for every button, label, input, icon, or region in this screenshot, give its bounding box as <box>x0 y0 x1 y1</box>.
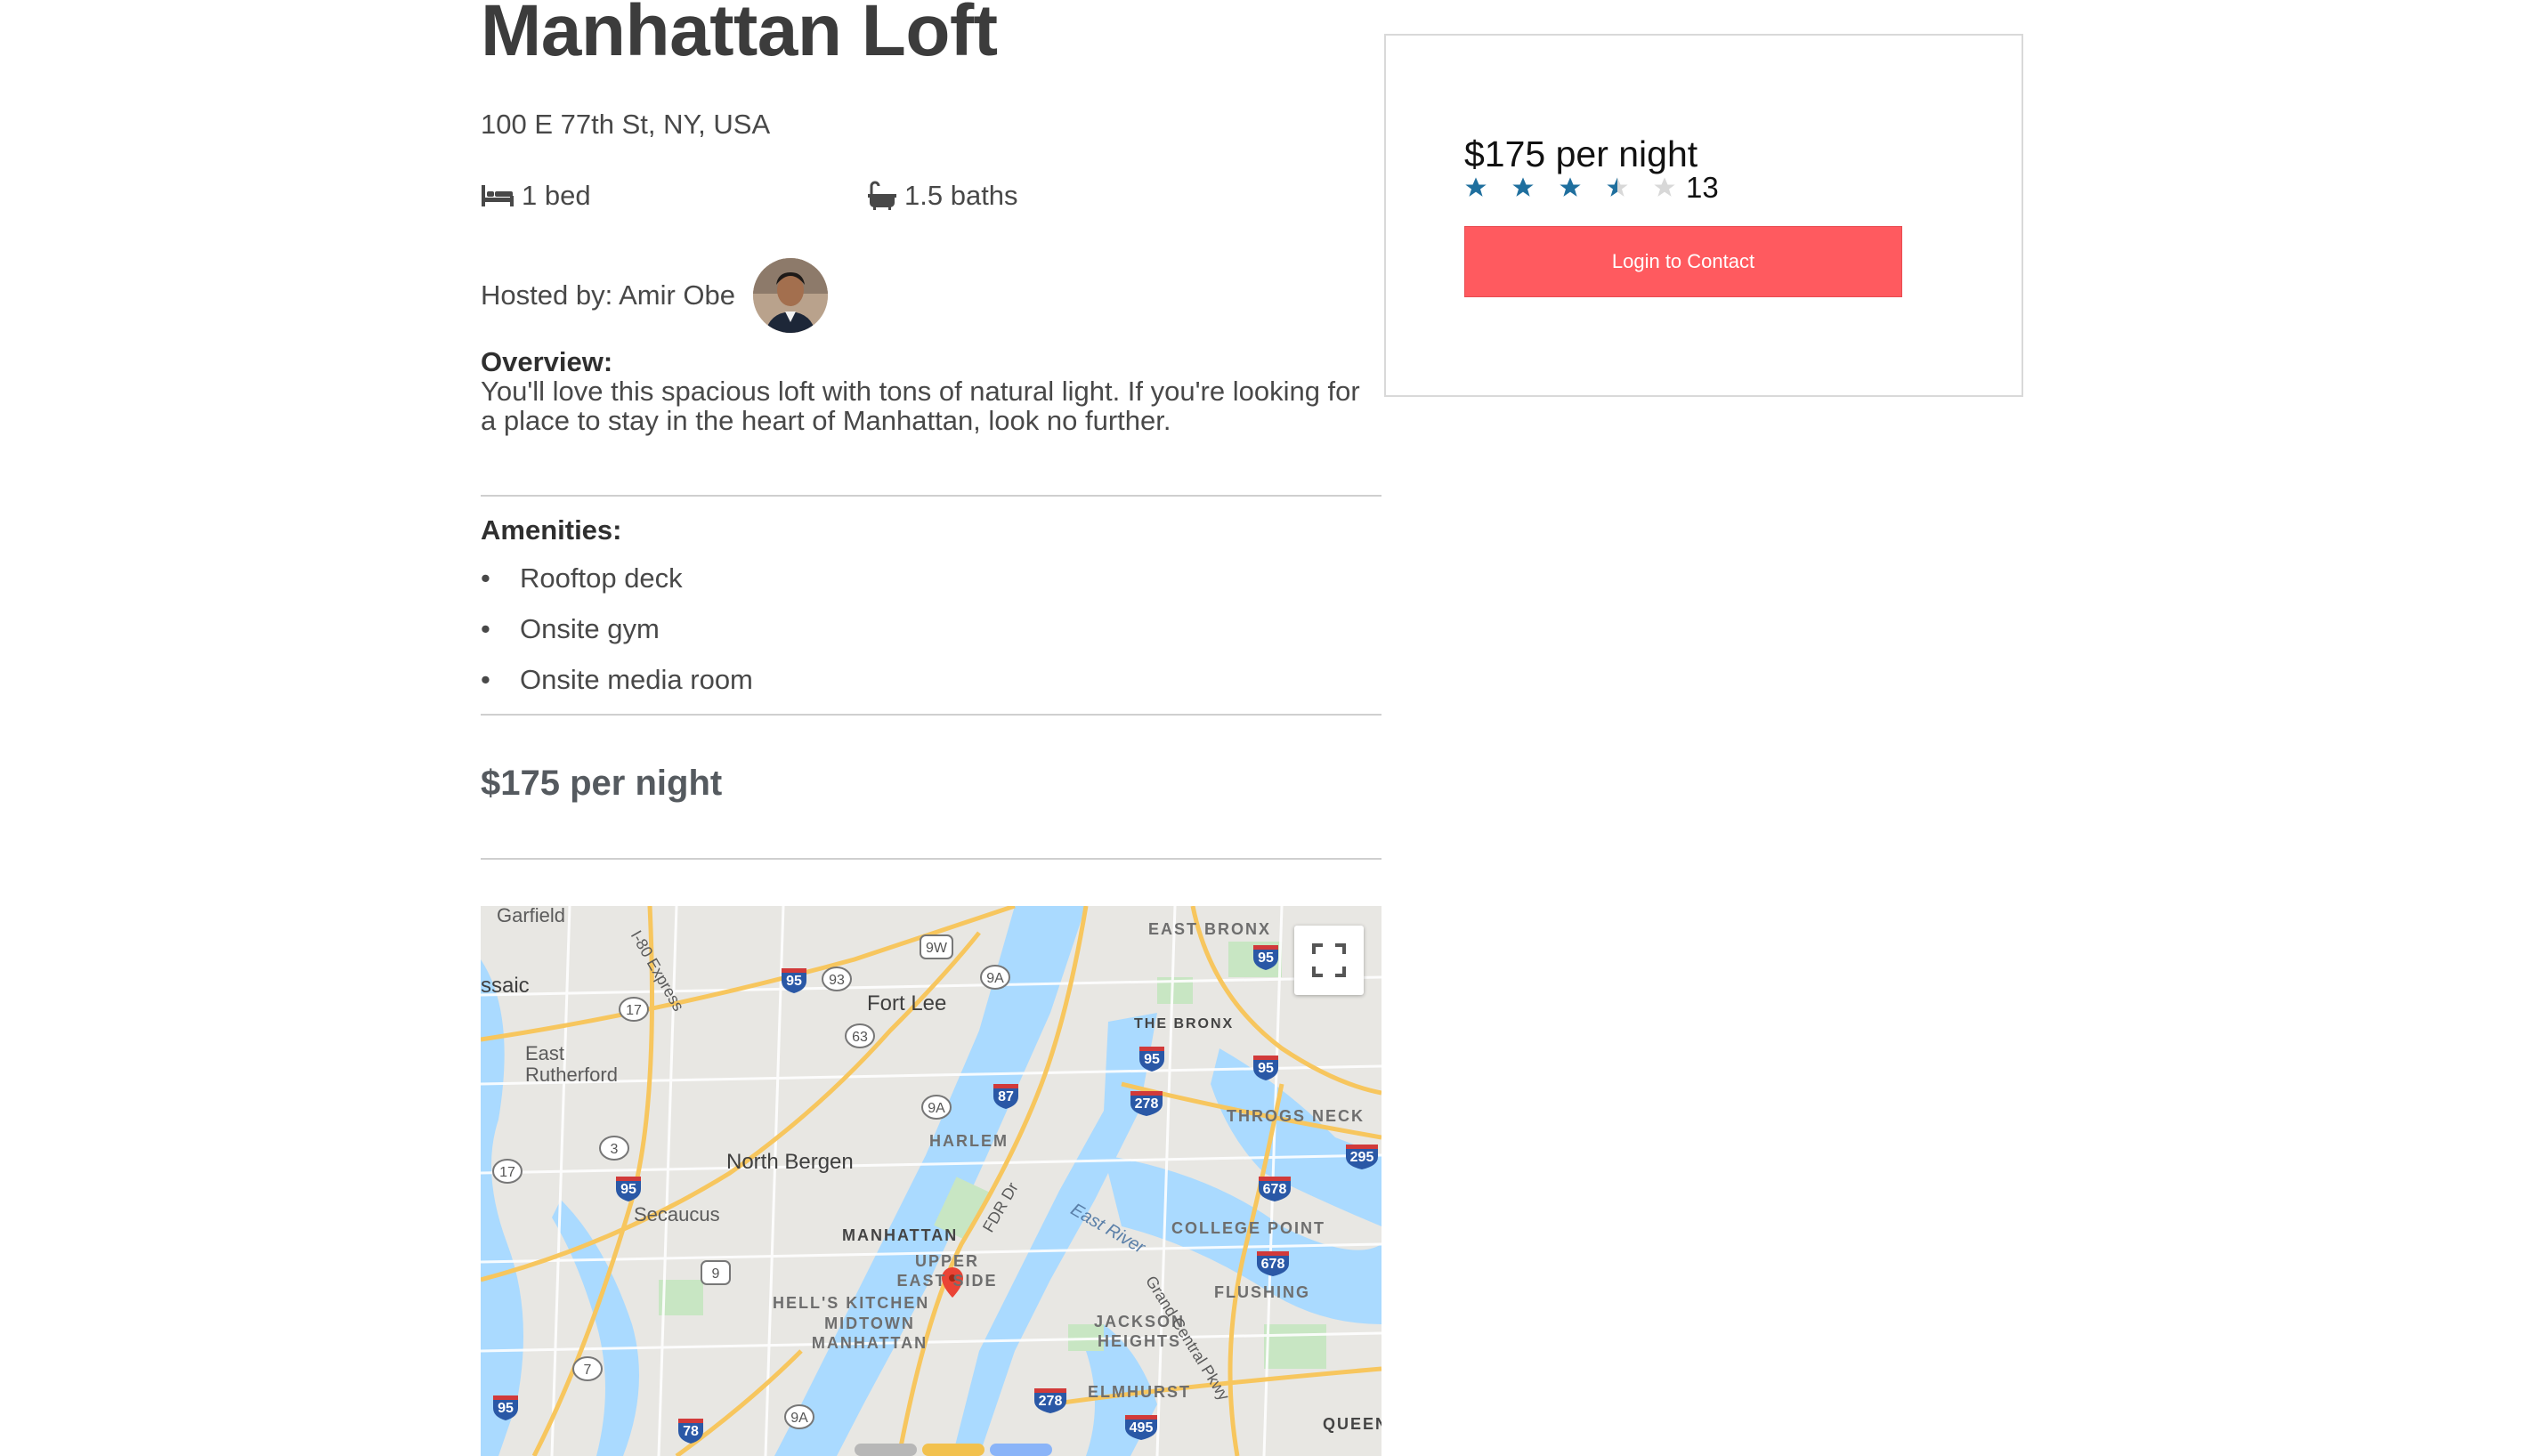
svg-text:95: 95 <box>786 974 802 989</box>
svg-text:678: 678 <box>1263 1182 1287 1197</box>
svg-text:9: 9 <box>712 1266 720 1282</box>
overview-section: Overview: You'll love this spacious loft… <box>481 347 1381 435</box>
svg-text:9A: 9A <box>928 1101 945 1116</box>
listing-page: Manhattan Loft 100 E 77th St, NY, USA 1 … <box>0 0 2528 1456</box>
map-label-elmhurst: ELMHURST <box>1088 1383 1191 1401</box>
host-info: Hosted by: Amir Obe <box>481 258 829 333</box>
svg-text:7: 7 <box>584 1363 592 1378</box>
star-empty-icon <box>1654 177 1675 197</box>
star-filled-icon <box>1465 177 1487 197</box>
card-price: $175 per night <box>1464 133 1698 174</box>
map-label-manhattan: MANHATTAN <box>842 1226 959 1244</box>
divider <box>481 495 1381 497</box>
fullscreen-icon <box>1312 943 1346 977</box>
svg-text:78: 78 <box>683 1424 699 1439</box>
svg-text:17: 17 <box>626 1003 642 1018</box>
map-label-queens: QUEEN <box>1323 1415 1381 1433</box>
listing-address: 100 E 77th St, NY, USA <box>481 109 771 140</box>
price-per-night: $175 per night <box>481 764 723 803</box>
amenity-item: Onsite media room <box>481 662 753 713</box>
location-map[interactable]: 95 95 87 95 95 95 278 678 678 295 278 49… <box>481 906 1381 1456</box>
map-label-throgs-neck: THROGS NECK <box>1227 1107 1365 1125</box>
divider <box>481 714 1381 716</box>
svg-text:95: 95 <box>1144 1052 1160 1067</box>
svg-text:278: 278 <box>1135 1096 1159 1112</box>
svg-text:95: 95 <box>1258 1061 1274 1076</box>
beds-info: 1 bed <box>481 180 591 212</box>
map-label-college-point: COLLEGE POINT <box>1171 1219 1326 1237</box>
overview-text: You'll love this spacious loft with tons… <box>481 376 1360 436</box>
svg-text:95: 95 <box>1258 950 1274 966</box>
svg-text:17: 17 <box>499 1165 515 1180</box>
host-avatar[interactable] <box>753 258 829 333</box>
map-label-the-bronx: THE BRONX <box>1134 1016 1235 1031</box>
host-label: Hosted by: Amir Obe <box>481 279 736 311</box>
map-label-midtown: MIDTOWN MANHATTAN <box>811 1314 928 1352</box>
map-tiles: 95 95 87 95 95 95 278 678 678 295 278 49… <box>481 906 1381 1456</box>
star-rating: 13 <box>1463 171 1719 205</box>
amenity-item: Rooftop deck <box>481 561 753 611</box>
svg-text:3: 3 <box>611 1142 619 1157</box>
map-label-upper-east-side: UPPER EAST SIDE <box>896 1252 998 1290</box>
svg-text:63: 63 <box>852 1030 868 1045</box>
baths-label: 1.5 baths <box>904 180 1018 211</box>
star-filled-icon <box>1512 177 1534 197</box>
svg-text:495: 495 <box>1130 1420 1154 1436</box>
bed-icon <box>482 185 514 206</box>
star-filled-icon <box>1560 177 1581 197</box>
amenity-item: Onsite gym <box>481 611 753 662</box>
map-label-fort-lee: Fort Lee <box>867 991 947 1015</box>
bathtub-icon <box>868 181 896 210</box>
map-label-north-bergen: North Bergen <box>726 1150 854 1174</box>
map-label-secaucus: Secaucus <box>634 1203 720 1225</box>
svg-text:278: 278 <box>1039 1394 1063 1409</box>
beds-label: 1 bed <box>522 180 591 211</box>
map-fullscreen-button[interactable] <box>1294 926 1364 995</box>
svg-text:9W: 9W <box>926 941 948 956</box>
svg-text:95: 95 <box>498 1401 514 1416</box>
svg-text:678: 678 <box>1261 1257 1285 1272</box>
map-label-flushing: FLUSHING <box>1214 1283 1310 1301</box>
map-label-hells-kitchen: HELL'S KITCHEN <box>773 1294 930 1312</box>
listing-title: Manhattan Loft <box>481 0 998 71</box>
svg-text:93: 93 <box>829 973 845 988</box>
svg-text:9A: 9A <box>790 1411 808 1426</box>
overview-label: Overview: <box>481 346 613 377</box>
map-label-east-rutherford: East Rutherford <box>525 1042 618 1086</box>
svg-text:87: 87 <box>998 1089 1014 1104</box>
review-count: 13 <box>1686 171 1719 204</box>
map-label-east-bronx: EAST BRONX <box>1148 920 1272 938</box>
svg-text:295: 295 <box>1350 1150 1374 1165</box>
booking-card: $175 per night 13 Login to Contact <box>1384 34 2023 397</box>
login-to-contact-button[interactable]: Login to Contact <box>1464 226 1902 297</box>
baths-info: 1.5 baths <box>867 180 1018 212</box>
star-half-icon <box>1607 177 1628 197</box>
map-label-harlem: HARLEM <box>929 1132 1009 1150</box>
map-label-garfield: Garfield <box>497 906 566 926</box>
divider <box>481 858 1381 860</box>
amenities-list: Rooftop deck Onsite gym Onsite media roo… <box>481 561 753 713</box>
svg-text:95: 95 <box>620 1182 636 1197</box>
amenities-label: Amenities: <box>481 514 622 546</box>
svg-text:9A: 9A <box>986 971 1004 986</box>
map-label-passaic: ssaic <box>481 974 530 998</box>
